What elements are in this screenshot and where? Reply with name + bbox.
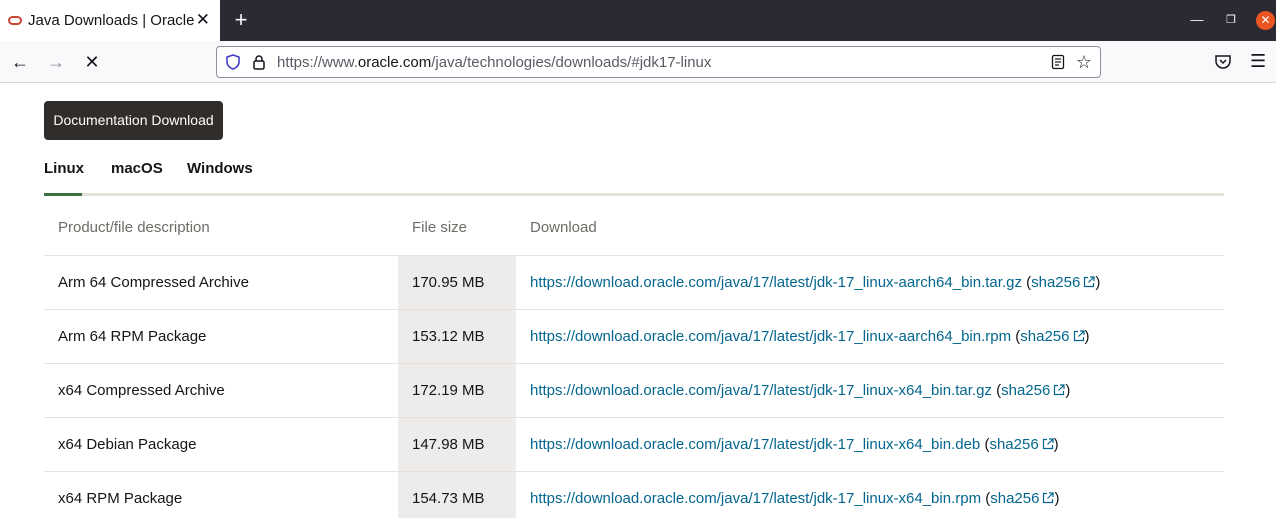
table-row: Arm 64 Compressed Archive 170.95 MB http… (44, 255, 1224, 310)
minimize-button[interactable]: — (1188, 11, 1206, 29)
new-tab-button[interactable]: + (231, 8, 251, 32)
navigation-toolbar: ← → ✕ https://www.oracle.com/java/techno… (0, 41, 1276, 83)
reader-view-icon[interactable] (1050, 54, 1066, 70)
file-description: x64 Debian Package (44, 417, 398, 472)
download-cell: https://download.oracle.com/java/17/late… (516, 309, 1224, 364)
tab-macos[interactable]: macOS (111, 160, 163, 196)
table-row: x64 RPM Package 154.73 MB https://downlo… (44, 471, 1224, 518)
browser-tab[interactable]: Java Downloads | Oracle ✕ (0, 0, 220, 41)
forward-arrow-icon[interactable]: → (44, 50, 68, 74)
back-arrow-icon[interactable]: ← (8, 50, 32, 74)
external-link-icon[interactable] (1073, 329, 1085, 342)
oracle-favicon-icon (8, 16, 22, 25)
external-link-icon[interactable] (1053, 383, 1065, 396)
shield-icon[interactable] (225, 54, 241, 70)
url-bar[interactable]: https://www.oracle.com/java/technologies… (216, 46, 1101, 78)
file-description: Arm 64 Compressed Archive (44, 255, 398, 310)
sha256-link[interactable]: sha256 (1031, 274, 1080, 291)
tab-windows[interactable]: Windows (187, 160, 253, 196)
external-link-icon[interactable] (1042, 437, 1054, 450)
download-cell: https://download.oracle.com/java/17/late… (516, 363, 1224, 418)
download-link[interactable]: https://download.oracle.com/java/17/late… (530, 490, 981, 507)
download-link[interactable]: https://download.oracle.com/java/17/late… (530, 274, 1022, 291)
sha256-link[interactable]: sha256 (990, 490, 1039, 507)
hamburger-menu-icon[interactable]: ☰ (1250, 51, 1266, 71)
file-size: 154.73 MB (398, 471, 516, 518)
download-cell: https://download.oracle.com/java/17/late… (516, 471, 1224, 518)
download-cell: https://download.oracle.com/java/17/late… (516, 417, 1224, 472)
table-row: x64 Compressed Archive 172.19 MB https:/… (44, 363, 1224, 418)
external-link-icon[interactable] (1042, 491, 1055, 504)
external-link-icon[interactable] (1083, 275, 1095, 288)
file-description: Arm 64 RPM Package (44, 309, 398, 364)
tab-close-icon[interactable]: ✕ (196, 10, 210, 30)
stop-icon[interactable]: ✕ (80, 50, 104, 74)
table-header-row: Product/file description File size Downl… (44, 200, 1224, 256)
star-icon[interactable]: ☆ (1076, 52, 1092, 72)
window-close-button[interactable]: ✕ (1256, 11, 1275, 30)
file-size: 147.98 MB (398, 417, 516, 472)
header-file-size: File size (398, 200, 516, 256)
os-tabs: Linux macOS Windows (44, 152, 1224, 196)
table-row: Arm 64 RPM Package 153.12 MB https://dow… (44, 309, 1224, 364)
file-size: 153.12 MB (398, 309, 516, 364)
tab-linux[interactable]: Linux (44, 160, 84, 196)
browser-titlebar: Java Downloads | Oracle ✕ + — ❐ ✕ (0, 0, 1276, 41)
header-download: Download (516, 200, 1224, 256)
header-description: Product/file description (44, 200, 398, 256)
table-row: x64 Debian Package 147.98 MB https://dow… (44, 417, 1224, 472)
url-text[interactable]: https://www.oracle.com/java/technologies… (277, 54, 711, 71)
file-description: x64 Compressed Archive (44, 363, 398, 418)
page-content: Documentation Download Linux macOS Windo… (0, 84, 1276, 518)
file-size: 172.19 MB (398, 363, 516, 418)
download-link[interactable]: https://download.oracle.com/java/17/late… (530, 436, 980, 453)
downloads-table: Product/file description File size Downl… (44, 200, 1224, 518)
lock-icon[interactable] (251, 54, 267, 70)
download-link[interactable]: https://download.oracle.com/java/17/late… (530, 328, 1011, 345)
download-link[interactable]: https://download.oracle.com/java/17/late… (530, 382, 992, 399)
sha256-link[interactable]: sha256 (1001, 382, 1050, 399)
download-cell: https://download.oracle.com/java/17/late… (516, 255, 1224, 310)
tab-title: Java Downloads | Oracle (28, 12, 195, 29)
maximize-button[interactable]: ❐ (1222, 11, 1240, 29)
file-description: x64 RPM Package (44, 471, 398, 518)
documentation-download-button[interactable]: Documentation Download (44, 101, 223, 140)
sha256-link[interactable]: sha256 (1020, 328, 1069, 345)
file-size: 170.95 MB (398, 255, 516, 310)
pocket-icon[interactable] (1214, 53, 1232, 71)
sha256-link[interactable]: sha256 (989, 436, 1038, 453)
